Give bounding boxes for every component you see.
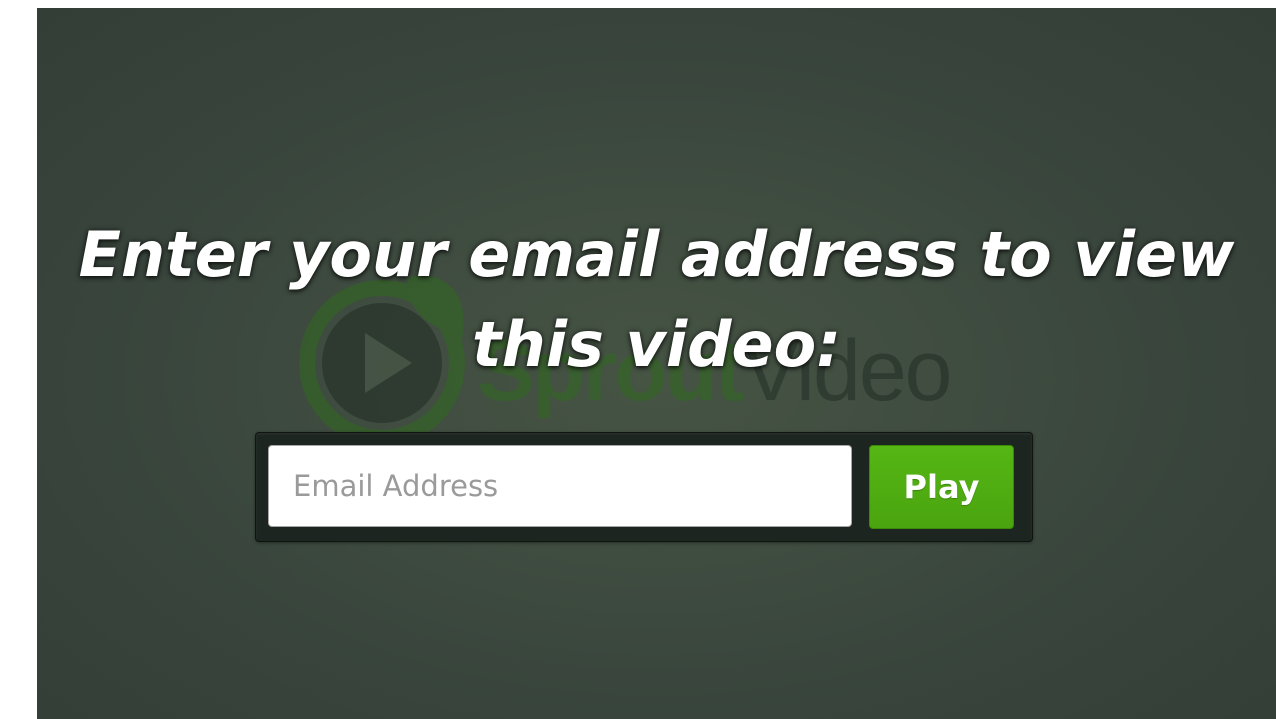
page-frame: SproutVideo Enter your email address to …	[0, 0, 1276, 719]
email-gate-heading: Enter your email address to view this vi…	[78, 218, 1235, 381]
video-player: SproutVideo Enter your email address to …	[37, 8, 1276, 719]
play-button[interactable]: Play	[869, 445, 1014, 529]
email-gate-form: Play	[255, 432, 1033, 542]
email-input[interactable]	[268, 445, 852, 527]
